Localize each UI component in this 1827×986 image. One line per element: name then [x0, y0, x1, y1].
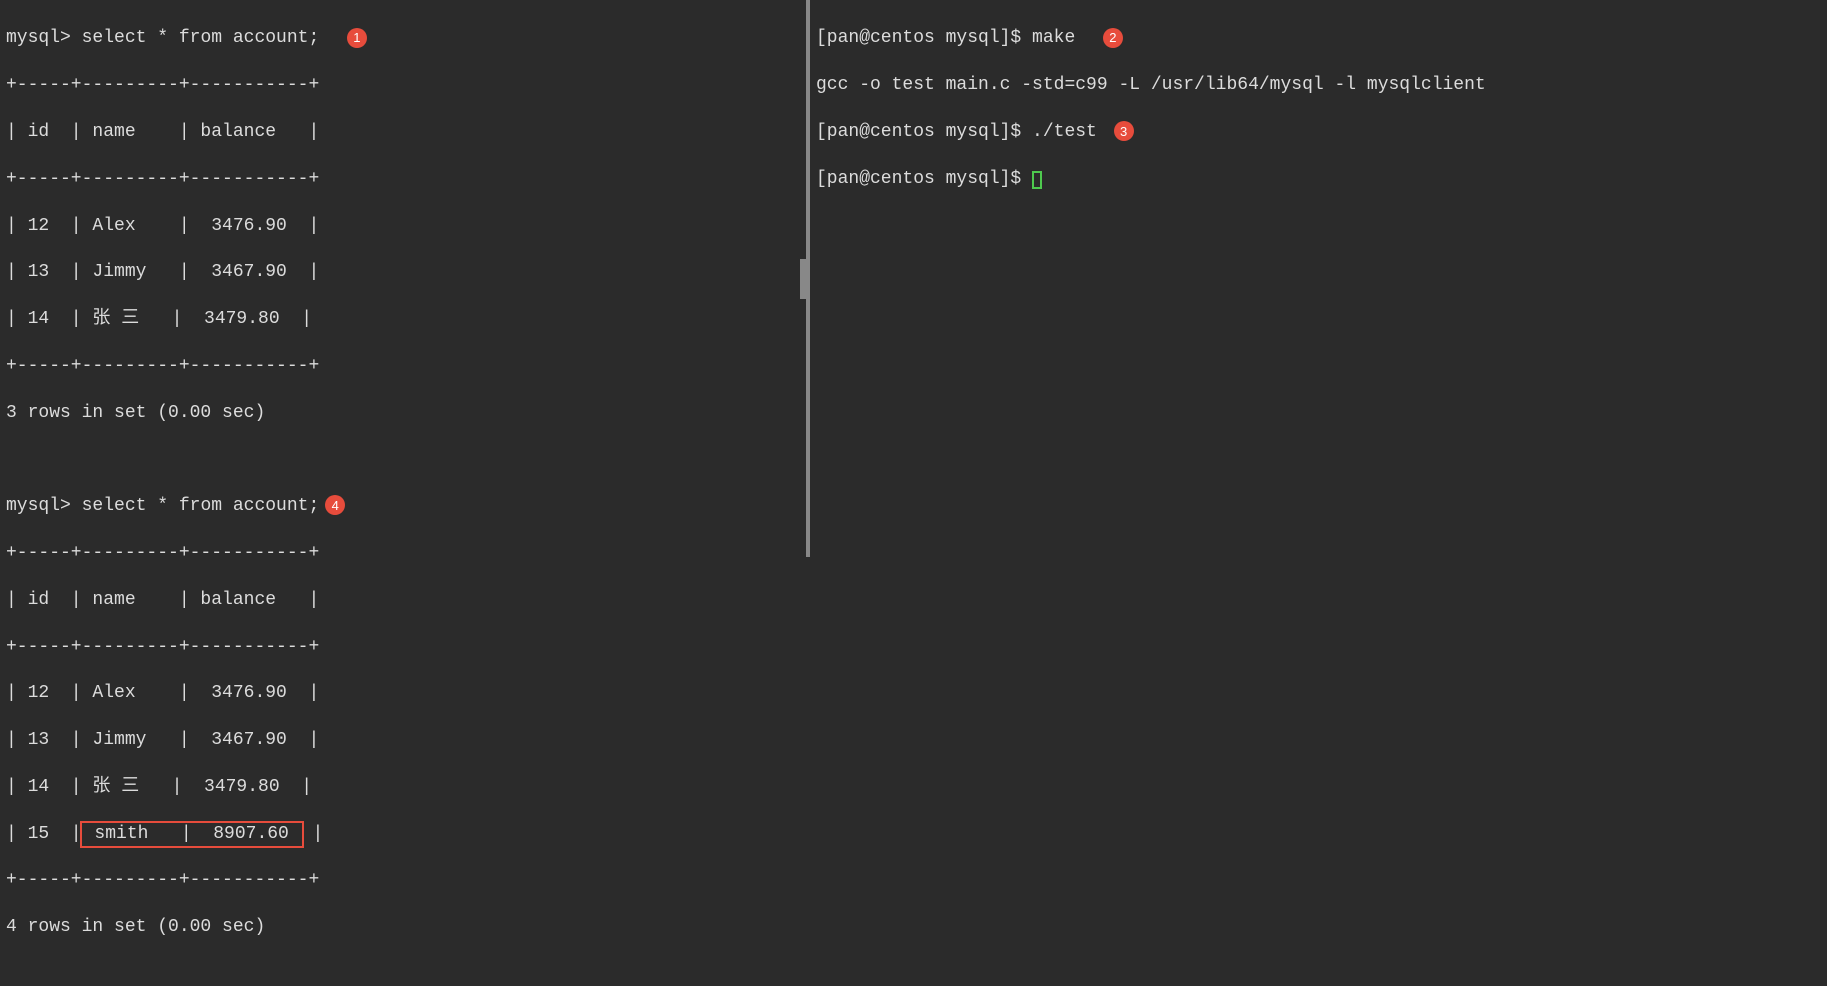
annotation-badge-1: 1 [347, 28, 367, 48]
shell-command: make [1032, 28, 1075, 48]
shell-prompt: [pan@centos mysql]$ [816, 122, 1032, 142]
table-row: | 12 | Alex | 3476.90 | [6, 215, 800, 238]
table-row-highlighted: | 15 | smith | 8907.60 | [6, 823, 800, 846]
table-border: +-----+---------+-----------+ [6, 168, 800, 191]
annotation-badge-4: 4 [325, 495, 345, 515]
table-border: +-----+---------+-----------+ [6, 636, 800, 659]
gcc-output: gcc -o test main.c -std=c99 -L /usr/lib6… [816, 74, 1821, 97]
shell-prompt: [pan@centos mysql]$ [816, 169, 1032, 189]
sql-query: select * from account; [82, 496, 320, 516]
table-row: | 13 | Jimmy | 3467.90 | [6, 729, 800, 752]
mysql-terminal-pane[interactable]: mysql> select * from account; 1 +-----+-… [0, 0, 810, 557]
result-footer: 4 rows in set (0.00 sec) [6, 916, 800, 939]
table-header: | id | name | balance | [6, 121, 800, 144]
table-row: | 13 | Jimmy | 3467.90 | [6, 261, 800, 284]
shell-prompt: [pan@centos mysql]$ [816, 28, 1032, 48]
table-border: +-----+---------+-----------+ [6, 74, 800, 97]
highlighted-new-row: smith | 8907.60 [80, 821, 304, 848]
annotation-badge-2: 2 [1103, 28, 1123, 48]
table-row: | 12 | Alex | 3476.90 | [6, 682, 800, 705]
result-footer: 3 rows in set (0.00 sec) [6, 402, 800, 425]
annotation-badge-3: 3 [1114, 121, 1134, 141]
mysql-prompt: mysql> [6, 28, 82, 48]
pane-divider-handle[interactable] [800, 259, 808, 299]
table-border: +-----+---------+-----------+ [6, 869, 800, 892]
shell-command: ./test [1032, 122, 1097, 142]
table-row: | 14 | 张 三 | 3479.80 | [6, 308, 800, 331]
terminal-cursor [1032, 171, 1042, 189]
shell-terminal-pane[interactable]: [pan@centos mysql]$ make 2 gcc -o test m… [810, 0, 1827, 557]
table-border: +-----+---------+-----------+ [6, 542, 800, 565]
table-border: +-----+---------+-----------+ [6, 355, 800, 378]
sql-query: select * from account; [82, 28, 320, 48]
table-row: | 14 | 张 三 | 3479.80 | [6, 776, 800, 799]
table-header: | id | name | balance | [6, 589, 800, 612]
mysql-prompt: mysql> [6, 496, 82, 516]
